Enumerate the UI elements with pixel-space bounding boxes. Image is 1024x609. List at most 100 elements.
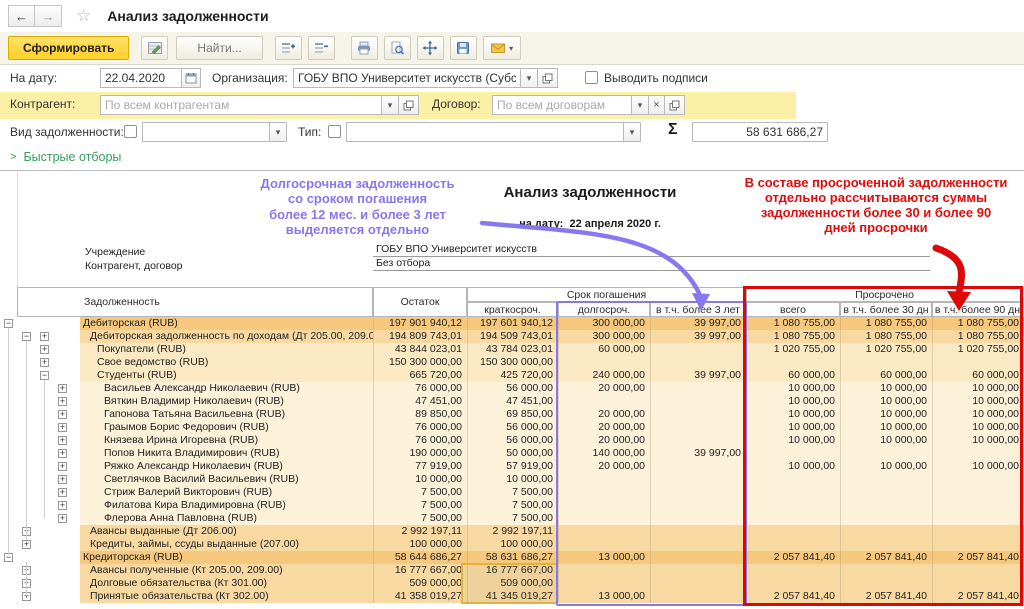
- amount-cell[interactable]: 100 000,00: [467, 538, 558, 551]
- row-name-cell[interactable]: Свое ведомство (RUB): [80, 356, 373, 369]
- save-button[interactable]: [450, 36, 477, 60]
- signatures-checkbox[interactable]: [585, 71, 598, 84]
- contragent-input[interactable]: [100, 95, 382, 115]
- amount-cell[interactable]: 665 720,00: [373, 369, 467, 382]
- contragent-open-button[interactable]: [399, 95, 419, 115]
- expand-group-expander[interactable]: +: [40, 358, 49, 367]
- amount-cell[interactable]: 47 451,00: [467, 395, 558, 408]
- row-name-cell[interactable]: Принятые обязательства (Кт 302.00): [80, 590, 373, 603]
- row-name-cell[interactable]: Дебиторская (RUB): [80, 317, 373, 330]
- row-name-cell[interactable]: Гапонова Татьяна Васильевна (RUB): [80, 408, 373, 421]
- amount-cell[interactable]: 194 809 743,01: [373, 330, 467, 343]
- organization-dropdown-button[interactable]: ▾: [521, 68, 538, 88]
- row-name-cell[interactable]: Вяткин Владимир Николаевич (RUB): [80, 395, 373, 408]
- find-button[interactable]: Найти...: [176, 36, 262, 60]
- amount-cell[interactable]: 7 500,00: [467, 486, 558, 499]
- expand-group-expander[interactable]: +: [58, 384, 67, 393]
- organization-open-button[interactable]: [538, 68, 558, 88]
- expand-group-expander[interactable]: +: [58, 501, 67, 510]
- amount-cell[interactable]: 10 000,00: [373, 473, 467, 486]
- amount-cell[interactable]: 76 000,00: [373, 434, 467, 447]
- quick-filters-link[interactable]: > Быстрые отборы: [10, 150, 121, 164]
- contract-open-button[interactable]: [665, 95, 685, 115]
- amount-cell[interactable]: 197 601 940,12: [467, 317, 558, 330]
- amount-cell[interactable]: 69 850,00: [467, 408, 558, 421]
- expand-group-expander[interactable]: +: [58, 475, 67, 484]
- row-name-cell[interactable]: Кредиторская (RUB): [80, 551, 373, 564]
- print-preview-button[interactable]: [384, 36, 411, 60]
- column-header-short-term[interactable]: краткосроч.: [467, 302, 558, 317]
- amount-cell[interactable]: 16 777 667,00: [373, 564, 467, 577]
- amount-cell[interactable]: 150 300 000,00: [373, 356, 467, 369]
- amount-cell[interactable]: 77 919,00: [373, 460, 467, 473]
- column-header-debt[interactable]: Задолженность: [17, 287, 373, 317]
- amount-cell[interactable]: 509 000,00: [373, 577, 467, 590]
- expand-group-expander[interactable]: +: [58, 488, 67, 497]
- debt-kind-checkbox[interactable]: [124, 125, 137, 138]
- amount-cell[interactable]: 56 000,00: [467, 421, 558, 434]
- row-name-cell[interactable]: Светлячков Василий Васильевич (RUB): [80, 473, 373, 486]
- calendar-button[interactable]: [182, 68, 201, 88]
- send-email-button[interactable]: ▾: [483, 36, 521, 60]
- contragent-contract-value[interactable]: Без отбора: [373, 257, 930, 271]
- amount-cell[interactable]: 7 500,00: [373, 499, 467, 512]
- collapse-group-expander[interactable]: −: [4, 319, 13, 328]
- row-name-cell[interactable]: Попов Никита Владимирович (RUB): [80, 447, 373, 460]
- row-name-cell[interactable]: Стриж Валерий Викторович (RUB): [80, 486, 373, 499]
- report-settings-button[interactable]: [141, 36, 168, 60]
- contract-dropdown-button[interactable]: ▾: [632, 95, 649, 115]
- expand-group-expander[interactable]: +: [58, 462, 67, 471]
- debt-kind-input[interactable]: [142, 122, 270, 142]
- institution-value[interactable]: ГОБУ ВПО Университет искусств: [373, 243, 930, 257]
- row-name-cell[interactable]: Граымов Борис Федорович (RUB): [80, 421, 373, 434]
- amount-cell[interactable]: 7 500,00: [373, 512, 467, 525]
- amount-cell[interactable]: 43 784 023,01: [467, 343, 558, 356]
- expand-group-expander[interactable]: +: [58, 449, 67, 458]
- amount-cell[interactable]: 43 844 023,01: [373, 343, 467, 356]
- expand-groupings-button[interactable]: [275, 36, 302, 60]
- amount-cell[interactable]: 58 644 686,27: [373, 551, 467, 564]
- selected-cells-sum-field[interactable]: [692, 122, 828, 142]
- expand-group-expander[interactable]: +: [40, 332, 49, 341]
- amount-cell[interactable]: 7 500,00: [373, 486, 467, 499]
- column-group-maturity[interactable]: Срок погашения: [467, 287, 746, 302]
- autofit-button[interactable]: [417, 36, 444, 60]
- amount-cell[interactable]: 57 919,00: [467, 460, 558, 473]
- row-name-cell[interactable]: Авансы выданные (Дт 206.00): [80, 525, 373, 538]
- type-checkbox[interactable]: [328, 125, 341, 138]
- amount-cell[interactable]: 10 000,00: [467, 473, 558, 486]
- contract-clear-button[interactable]: ×: [649, 95, 665, 115]
- row-name-cell[interactable]: Долговые обязательства (Кт 301.00): [80, 577, 373, 590]
- amount-cell[interactable]: 2 992 197,11: [467, 525, 558, 538]
- generate-button[interactable]: Сформировать: [8, 36, 129, 60]
- row-name-cell[interactable]: Васильев Александр Николаевич (RUB): [80, 382, 373, 395]
- print-button[interactable]: [351, 36, 378, 60]
- expand-group-expander[interactable]: +: [40, 345, 49, 354]
- amount-cell[interactable]: 76 000,00: [373, 421, 467, 434]
- amount-cell[interactable]: 56 000,00: [467, 434, 558, 447]
- expand-group-expander[interactable]: +: [22, 540, 31, 549]
- row-name-cell[interactable]: Студенты (RUB): [80, 369, 373, 382]
- back-button[interactable]: ←: [8, 5, 35, 27]
- amount-cell[interactable]: 425 720,00: [467, 369, 558, 382]
- amount-cell[interactable]: 7 500,00: [467, 512, 558, 525]
- expand-group-expander[interactable]: +: [58, 436, 67, 445]
- row-name-cell[interactable]: Ряжко Александр Николаевич (RUB): [80, 460, 373, 473]
- amount-cell[interactable]: 150 300 000,00: [467, 356, 558, 369]
- amount-cell[interactable]: 100 000,00: [373, 538, 467, 551]
- amount-cell[interactable]: 76 000,00: [373, 382, 467, 395]
- expand-group-expander[interactable]: +: [58, 514, 67, 523]
- forward-button[interactable]: →: [35, 5, 62, 27]
- contragent-dropdown-button[interactable]: ▾: [382, 95, 399, 115]
- amount-cell[interactable]: 41 358 019,27: [373, 590, 467, 603]
- type-dropdown-button[interactable]: ▾: [624, 122, 641, 142]
- column-header-balance[interactable]: Остаток: [373, 287, 467, 317]
- debt-kind-dropdown-button[interactable]: ▾: [270, 122, 287, 142]
- collapse-group-expander[interactable]: −: [40, 371, 49, 380]
- expand-group-expander[interactable]: +: [58, 397, 67, 406]
- contract-input[interactable]: [492, 95, 632, 115]
- row-name-cell[interactable]: Покупатели (RUB): [80, 343, 373, 356]
- amount-cell[interactable]: 190 000,00: [373, 447, 467, 460]
- favorite-star-icon[interactable]: ☆: [76, 6, 91, 26]
- amount-cell[interactable]: 47 451,00: [373, 395, 467, 408]
